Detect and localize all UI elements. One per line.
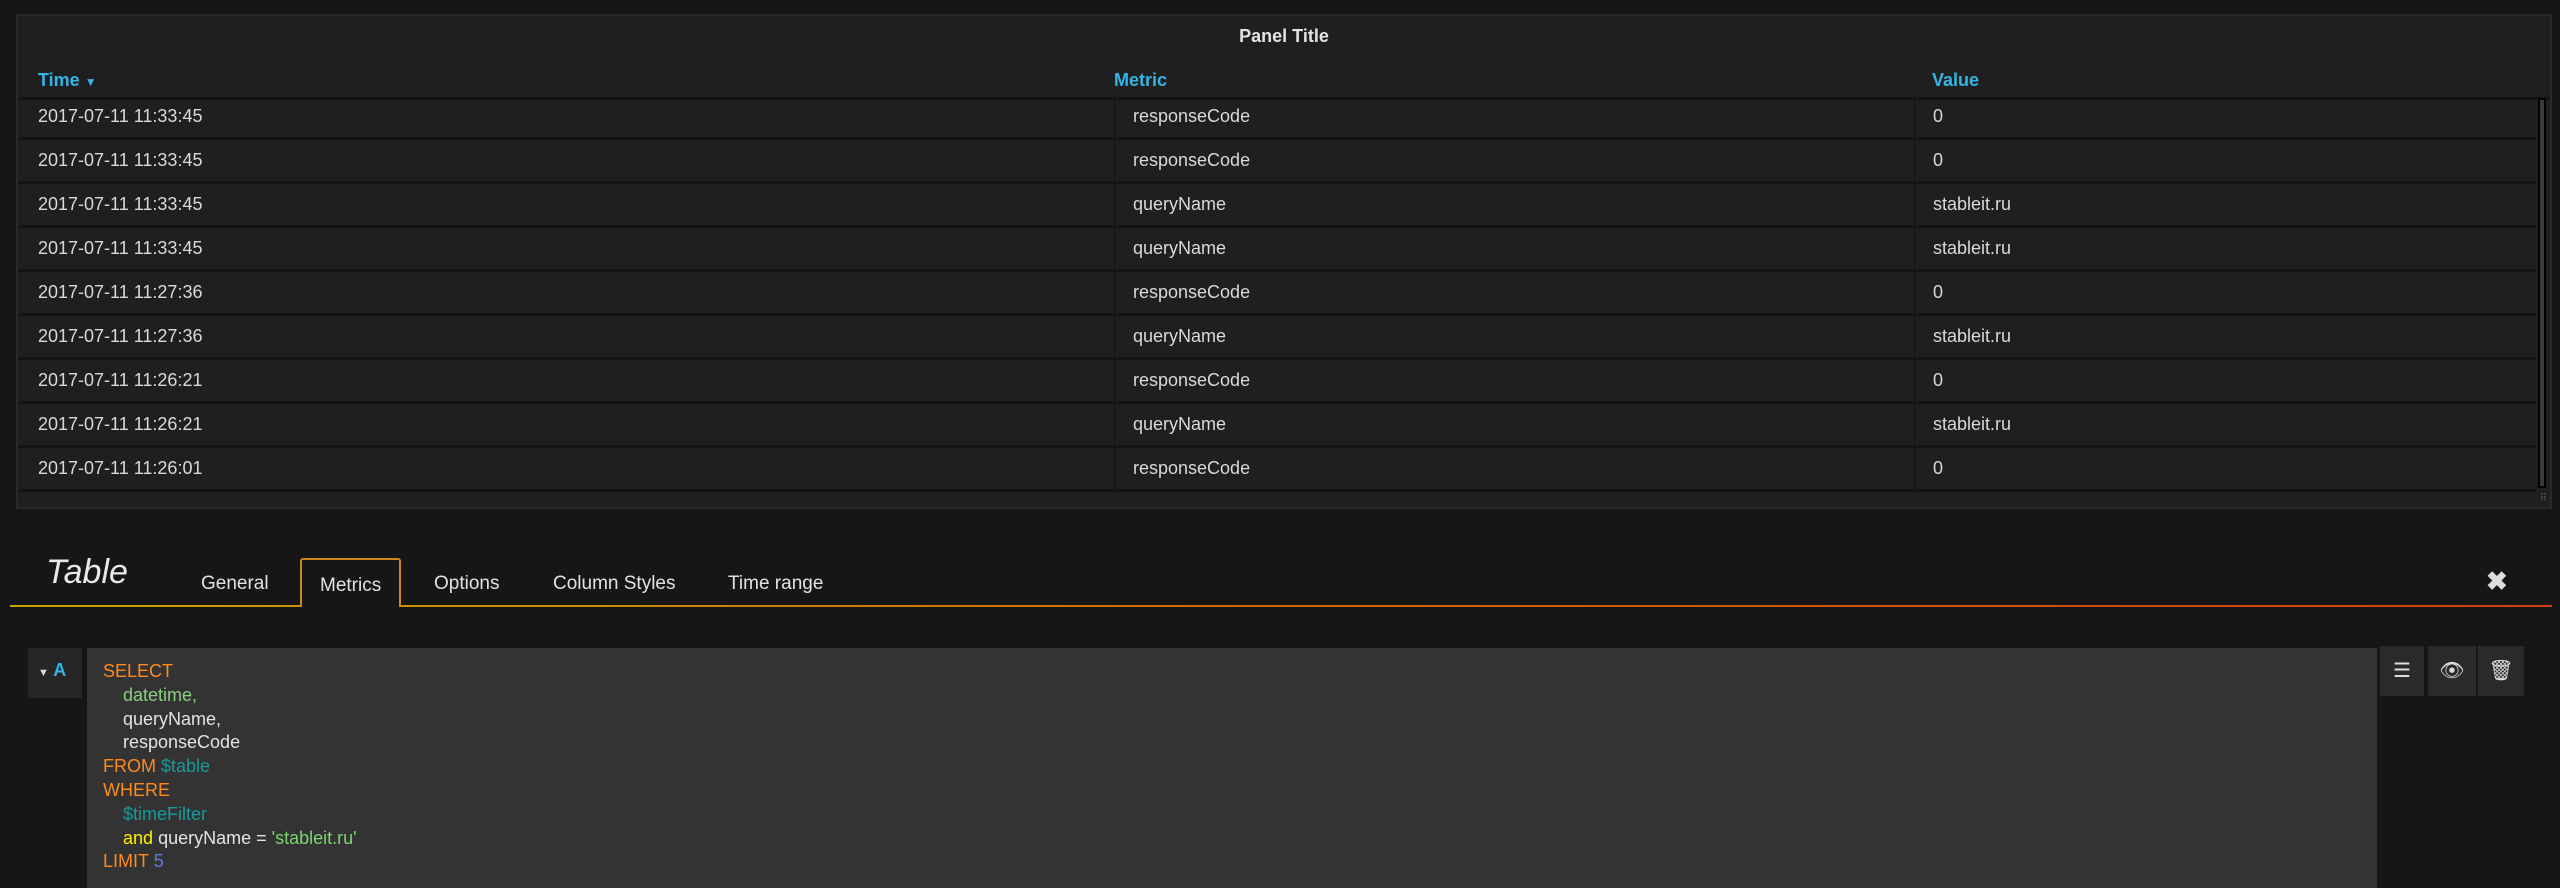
table-cell: stableit.ru: [1914, 316, 2011, 357]
table-row: 2017-07-11 11:26:01 responseCode 0: [18, 448, 2536, 492]
column-header-metric[interactable]: Metric: [1114, 70, 1167, 91]
tab-general[interactable]: General: [183, 558, 287, 607]
table-cell: responseCode: [1114, 448, 1250, 489]
table-cell: stableit.ru: [1914, 228, 2011, 269]
table-cell: responseCode: [1114, 360, 1250, 401]
sql-field: responseCode: [123, 732, 241, 753]
table-body: 2017-07-11 11:33:45 responseCode 0 2017-07-…: [18, 96, 2536, 501]
editor-title: Table: [46, 553, 128, 591]
eye-icon[interactable]: 👁: [2428, 646, 2476, 696]
table-row: 2017-07-11 11:33:45 responseCode 0: [18, 140, 2536, 184]
sql-condition: queryName =: [158, 827, 267, 848]
sql-keyword: WHERE: [103, 779, 170, 800]
resize-handle[interactable]: ⠿: [2540, 493, 2547, 504]
sql-string: 'stableit.ru': [271, 827, 357, 848]
column-header-time[interactable]: Time ▼: [38, 70, 97, 91]
table-cell: 0: [1914, 360, 1943, 401]
table-row: 2017-07-11 11:33:45 queryName stableit.ru: [18, 184, 2536, 228]
column-header-value[interactable]: Value: [1932, 70, 1979, 91]
sql-keyword: FROM: [103, 756, 156, 777]
table-cell: 2017-07-11 11:26:21: [38, 414, 203, 434]
table-row: 2017-07-11 11:33:45 queryName stableit.ru: [18, 228, 2536, 272]
close-icon[interactable]: ✖: [2486, 566, 2508, 597]
table-cell: 0: [1914, 272, 1943, 313]
table-row: 2017-07-11 11:26:21 queryName stableit.ru: [18, 404, 2536, 448]
query-editor[interactable]: SELECT datetime, queryName, responseCode…: [87, 648, 2377, 888]
tab-metrics[interactable]: Metrics: [300, 558, 402, 607]
table-row: 2017-07-11 11:27:36 queryName stableit.ru: [18, 316, 2536, 360]
table-cell: 2017-07-11 11:33:45: [38, 106, 203, 126]
table-cell: 2017-07-11 11:33:45: [38, 150, 203, 170]
table-cell: responseCode: [1114, 96, 1250, 137]
trash-icon[interactable]: 🗑: [2478, 646, 2524, 696]
query-toggle[interactable]: ▼ A: [28, 648, 82, 698]
table-cell: 0: [1914, 140, 1943, 181]
table-cell: stableit.ru: [1914, 184, 2011, 225]
sql-keyword: SELECT: [103, 661, 174, 681]
table-row: 2017-07-11 11:26:21 responseCode 0: [18, 360, 2536, 404]
panel-title[interactable]: Panel Title: [18, 16, 2550, 56]
table-cell: queryName: [1114, 404, 1226, 445]
table-cell: 2017-07-11 11:26:01: [38, 458, 203, 478]
query-ref: A: [53, 660, 67, 680]
table-cell: 2017-07-11 11:27:36: [38, 326, 203, 346]
table-cell: responseCode: [1114, 140, 1250, 181]
scrollbar[interactable]: [2538, 98, 2546, 488]
column-label: Time: [38, 70, 80, 90]
sql-operator: and: [123, 827, 154, 848]
sql-number: 5: [153, 851, 164, 872]
table-cell: 0: [1914, 96, 1943, 137]
table-cell: 2017-07-11 11:27:36: [38, 282, 203, 302]
caret-down-icon: ▼: [38, 667, 49, 679]
sql-variable: $table: [161, 756, 211, 777]
table-cell: 0: [1914, 448, 1943, 489]
table-row: 2017-07-11 11:33:45 responseCode 0: [18, 96, 2536, 140]
sql-keyword: LIMIT: [103, 851, 149, 872]
table-cell: stableit.ru: [1914, 404, 2011, 445]
table-panel: Panel Title Time ▼ Metric Value 2017-07-…: [16, 14, 2552, 509]
tab-options[interactable]: Options: [416, 558, 517, 607]
table-cell: queryName: [1114, 184, 1226, 225]
caret-down-icon: ▼: [84, 75, 97, 89]
table-cell: 2017-07-11 11:26:21: [38, 370, 203, 390]
menu-icon[interactable]: ☰: [2380, 646, 2424, 696]
table-cell: queryName: [1114, 228, 1226, 269]
table-cell: responseCode: [1114, 272, 1250, 313]
sql-field: queryName,: [123, 708, 222, 729]
table-cell: 2017-07-11 11:33:45: [38, 238, 203, 258]
table-row: 2017-07-11 11:27:36 responseCode 0: [18, 272, 2536, 316]
table-cell: queryName: [1114, 316, 1226, 357]
tab-column-styles[interactable]: Column Styles: [535, 558, 694, 607]
sql-field: datetime,: [123, 684, 198, 705]
table-header: Time ▼ Metric Value: [18, 60, 2550, 100]
table-cell: 2017-07-11 11:33:45: [38, 194, 203, 214]
sql-variable: $timeFilter: [123, 803, 208, 824]
tab-time-range[interactable]: Time range: [710, 558, 841, 607]
